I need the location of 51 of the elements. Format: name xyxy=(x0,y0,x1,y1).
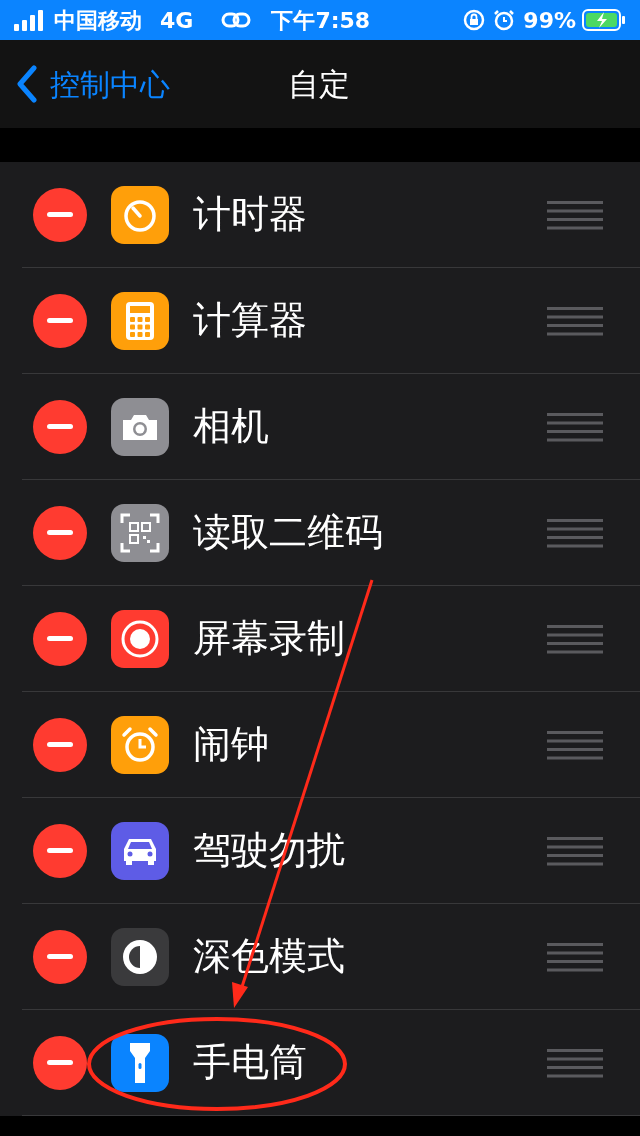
drag-handle-icon[interactable] xyxy=(547,941,603,972)
drag-handle-icon[interactable] xyxy=(547,835,603,866)
minus-icon xyxy=(47,1060,73,1065)
remove-button[interactable] xyxy=(33,399,87,454)
minus-icon xyxy=(47,742,73,747)
remove-button[interactable] xyxy=(33,717,87,772)
drag-handle-icon[interactable] xyxy=(547,305,603,336)
remove-button[interactable] xyxy=(33,823,87,878)
network-type: 4G xyxy=(160,6,194,35)
qr-code-icon xyxy=(120,512,160,553)
alarm-icon xyxy=(493,9,516,31)
page-title: 自定 xyxy=(288,64,350,104)
drag-handle-icon[interactable] xyxy=(547,729,603,760)
alarm-clock-icon xyxy=(120,724,160,765)
remove-button[interactable] xyxy=(33,1035,87,1090)
drag-handle-icon[interactable] xyxy=(547,199,603,230)
control-name: 相机 xyxy=(193,403,269,450)
control-name: 计时器 xyxy=(193,191,307,238)
calculator-icon xyxy=(125,300,155,341)
minus-icon xyxy=(47,636,73,641)
drag-handle-icon[interactable] xyxy=(547,411,603,442)
control-name: 读取二维码 xyxy=(193,509,383,556)
remove-button[interactable] xyxy=(33,929,87,984)
battery-charging-icon xyxy=(582,9,626,31)
control-name: 计算器 xyxy=(193,297,307,344)
control-name: 屏幕录制 xyxy=(193,615,345,662)
minus-icon xyxy=(47,424,73,429)
record-icon xyxy=(120,618,160,659)
link-icon xyxy=(221,11,252,29)
signal-icon xyxy=(14,9,46,31)
minus-icon xyxy=(47,318,73,323)
minus-icon xyxy=(47,954,73,959)
battery-percent: 99% xyxy=(523,6,576,35)
remove-button[interactable] xyxy=(33,187,87,242)
rotation-lock-icon xyxy=(463,9,486,31)
clock-time: 下午7:58 xyxy=(271,6,371,35)
minus-icon xyxy=(47,530,73,535)
remove-button[interactable] xyxy=(33,505,87,560)
carrier-name: 中国移动 xyxy=(54,6,142,35)
control-name: 闹钟 xyxy=(193,721,269,768)
drag-handle-icon[interactable] xyxy=(547,517,603,548)
minus-icon xyxy=(47,212,73,217)
control-name: 手电筒 xyxy=(193,1039,307,1086)
remove-button[interactable] xyxy=(33,611,87,666)
flashlight-icon xyxy=(129,1040,151,1085)
drag-handle-icon[interactable] xyxy=(547,623,603,654)
remove-button[interactable] xyxy=(33,293,87,348)
minus-icon xyxy=(47,848,73,853)
chevron-left-icon xyxy=(16,65,38,103)
back-button[interactable]: 控制中心 xyxy=(0,61,170,107)
drag-handle-icon[interactable] xyxy=(547,1047,603,1078)
